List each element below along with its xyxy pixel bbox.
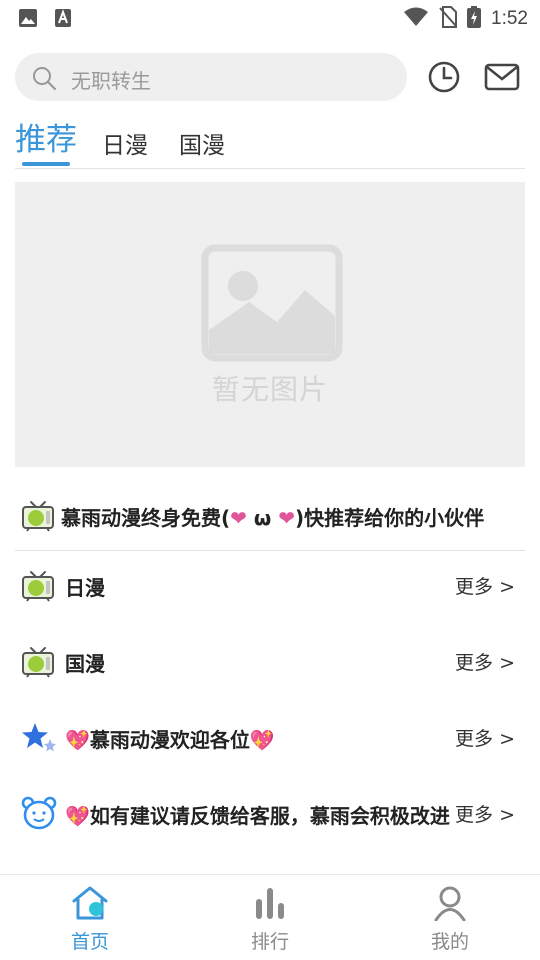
nav-profile-label: 我的: [430, 931, 469, 953]
section-title: 💖如有建议请反馈给客服，慕雨会积极改进: [65, 804, 450, 828]
more-link[interactable]: 更多 >: [455, 572, 515, 599]
nav-ranking-label: 排行: [250, 931, 289, 953]
tab-recommend[interactable]: 推荐: [15, 114, 77, 159]
section-row-chinese-anime: 国漫 更多 >: [15, 632, 525, 692]
banner-placeholder-text: 暂无图片: [211, 373, 328, 406]
bottom-nav: 首页 排行 我的: [0, 875, 540, 960]
battery-charging-icon: [467, 6, 482, 32]
section-row-japanese-anime: 日漫 更多 >: [15, 556, 525, 616]
nav-ranking[interactable]: 排行: [220, 885, 320, 954]
nav-home-label: 首页: [70, 931, 109, 953]
tab-indicator: [22, 162, 70, 166]
search-icon: [31, 65, 57, 95]
ranking-icon: [220, 885, 320, 925]
nav-profile[interactable]: 我的: [400, 885, 500, 954]
more-link[interactable]: 更多 >: [455, 648, 515, 675]
section-title: 日漫: [65, 576, 105, 600]
tab-japanese-anime[interactable]: 日漫: [102, 126, 148, 160]
home-icon: [40, 885, 140, 925]
more-link[interactable]: 更多 >: [455, 800, 515, 827]
notice-text: 慕雨动漫终身免费(❤ ω ❤)快推荐给你的小伙伴: [61, 506, 485, 530]
status-bar: 1:52: [0, 0, 540, 36]
tv-icon: [21, 644, 55, 682]
profile-icon: [400, 885, 500, 925]
more-link[interactable]: 更多 >: [455, 724, 515, 751]
tv-icon: [21, 498, 55, 536]
font-app-icon: [54, 8, 72, 32]
mail-icon: [484, 63, 520, 91]
tabs-divider: [15, 168, 525, 169]
stars-icon: [21, 720, 57, 758]
tv-icon: [21, 568, 55, 606]
category-tabs: 推荐 日漫 国漫: [15, 118, 525, 168]
section-title: 💖慕雨动漫欢迎各位💖: [65, 728, 275, 752]
wifi-icon: [403, 7, 429, 31]
image-placeholder-icon: [201, 244, 343, 366]
search-input[interactable]: 无职转生: [15, 53, 407, 101]
message-button[interactable]: [484, 62, 520, 92]
clock-icon: [428, 61, 460, 93]
history-button[interactable]: [427, 60, 461, 94]
notice-bar[interactable]: 慕雨动漫终身免费(❤ ω ❤)快推荐给你的小伙伴: [15, 490, 525, 542]
banner[interactable]: 暂无图片: [15, 182, 525, 467]
no-sim-icon: [439, 6, 458, 32]
search-placeholder: 无职转生: [71, 69, 151, 93]
section-row-feedback: 💖如有建议请反馈给客服，慕雨会积极改进 更多 >: [15, 784, 525, 844]
status-time: 1:52: [491, 8, 528, 29]
nav-home[interactable]: 首页: [40, 885, 140, 954]
gallery-icon: [18, 8, 38, 32]
section-title: 国漫: [65, 652, 105, 676]
bear-icon: [21, 796, 57, 834]
section-row-welcome: 💖慕雨动漫欢迎各位💖 更多 >: [15, 708, 525, 768]
notice-divider: [15, 550, 525, 551]
tab-chinese-anime[interactable]: 国漫: [179, 126, 225, 160]
